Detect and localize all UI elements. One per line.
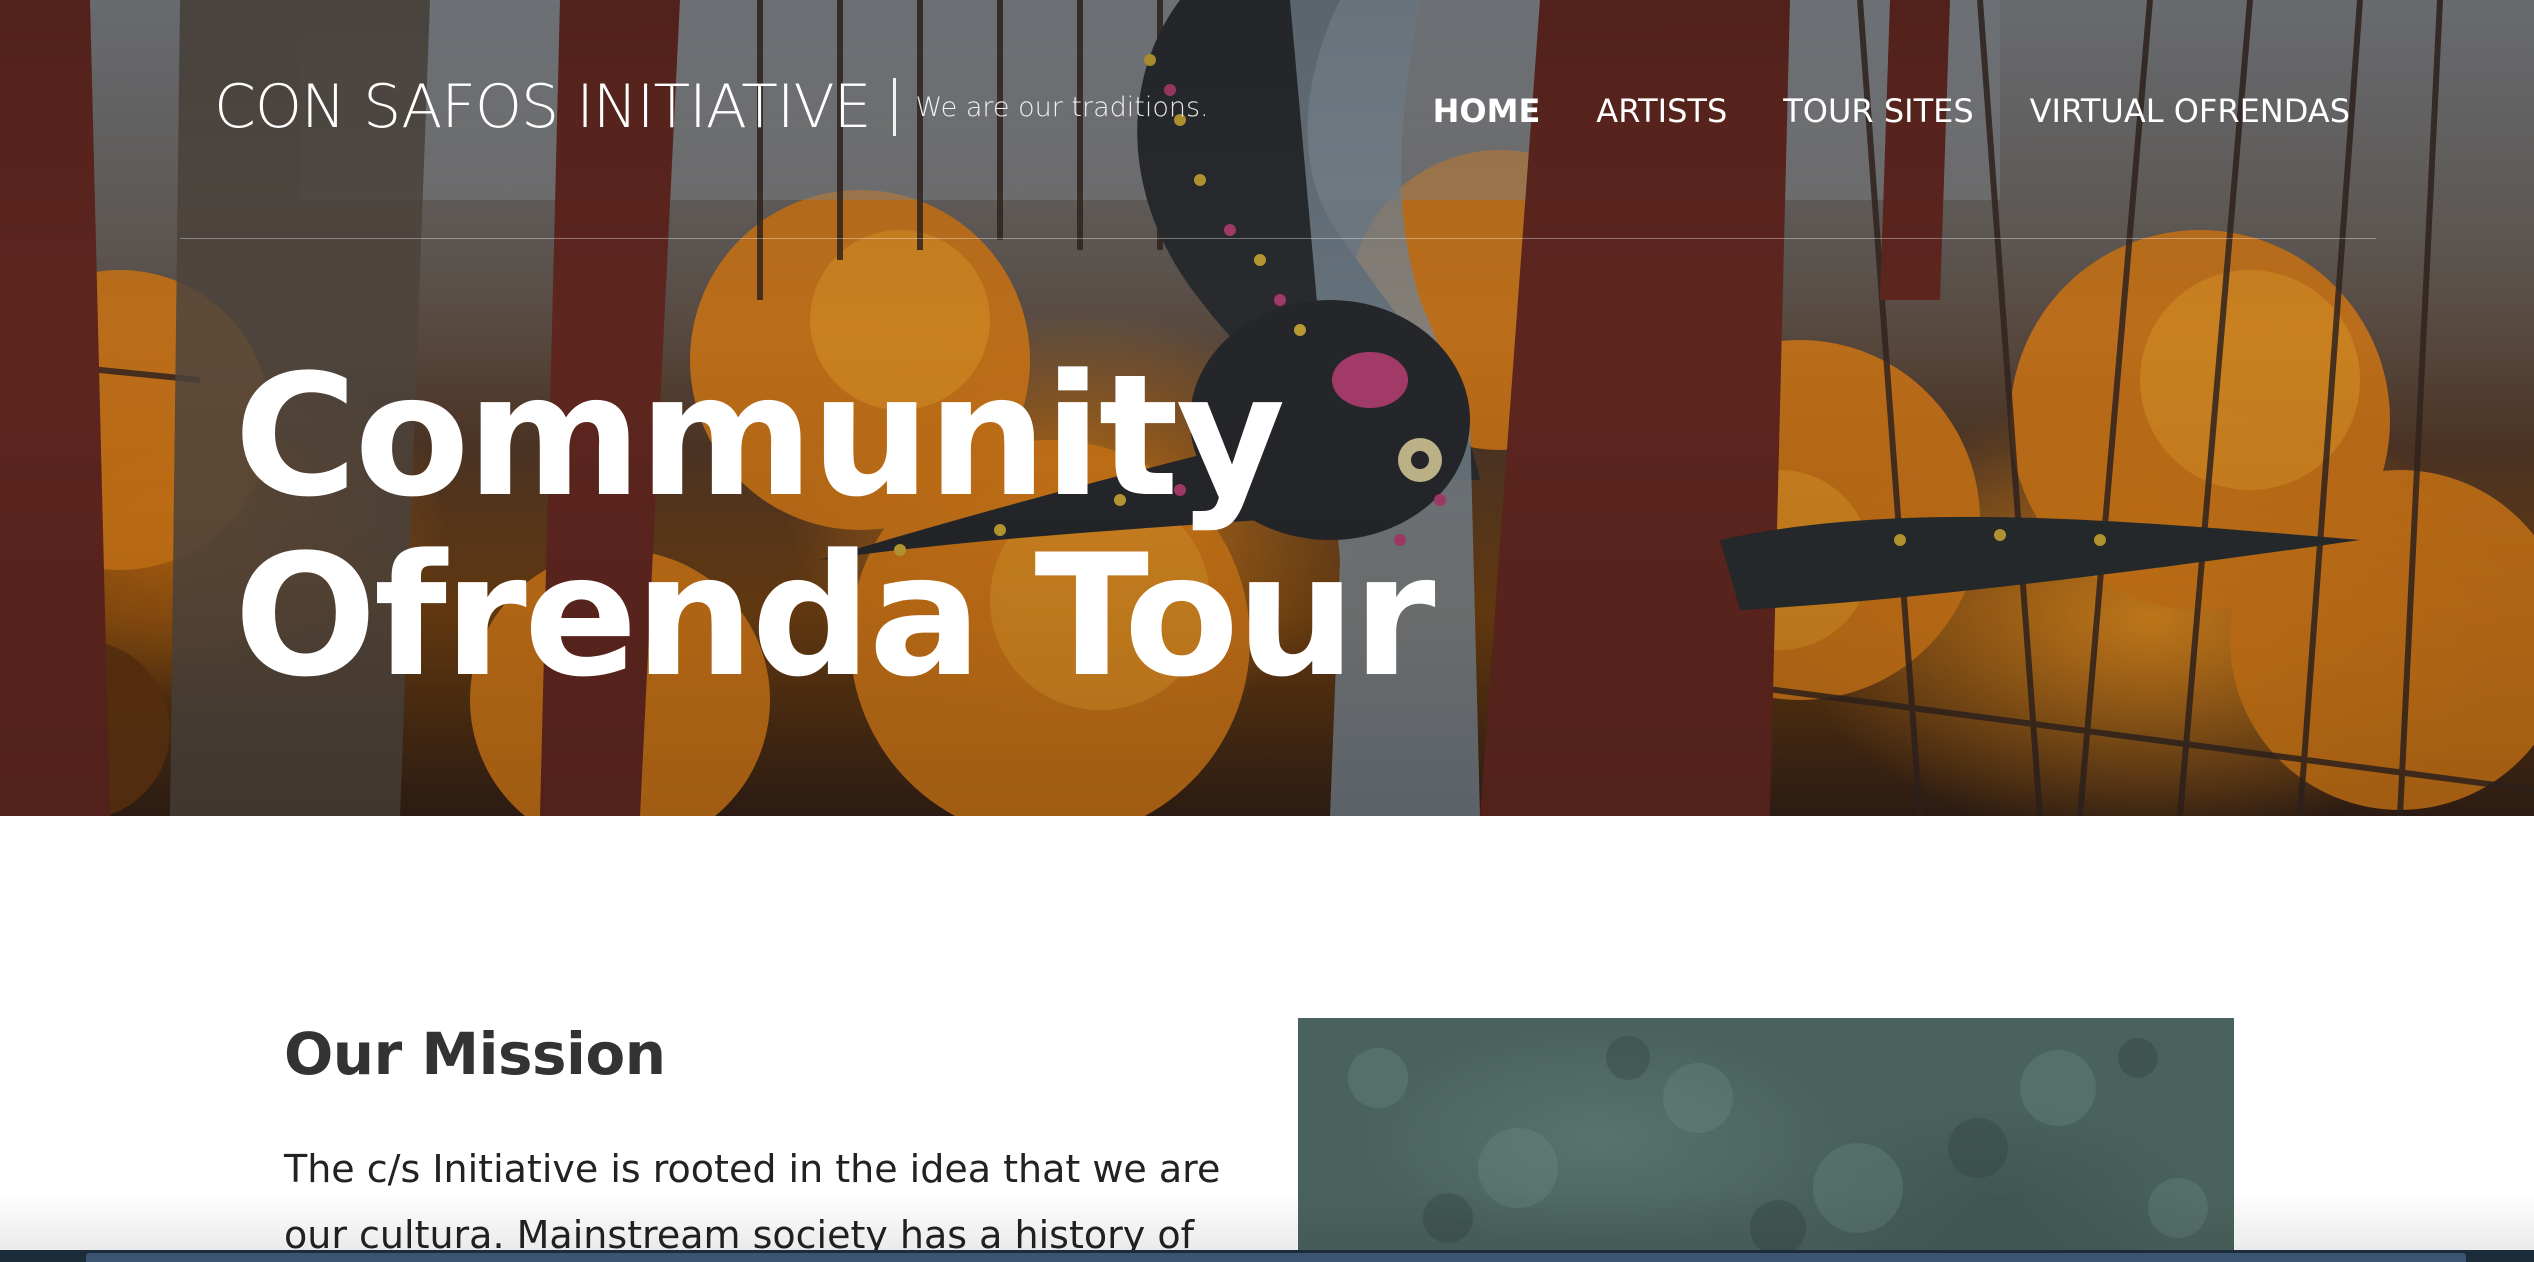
nav-item-tour-sites[interactable]: TOUR SITES: [1783, 92, 1973, 130]
taskbar-strip: [0, 1250, 2534, 1262]
mission-title: Our Mission: [284, 1020, 666, 1088]
hero-heading-line-1: Community: [234, 338, 1285, 534]
nav-item-artists[interactable]: ARTISTS: [1596, 92, 1727, 130]
page: CON SAFOS INITIATIVE We are our traditio…: [0, 0, 2534, 1262]
header-divider: [180, 238, 2376, 239]
site-tagline: We are our traditions.: [915, 91, 1209, 123]
nav-item-virtual-ofrendas[interactable]: VIRTUAL OFRENDAS: [2030, 92, 2350, 130]
main-navigation: HOME ARTISTS TOUR SITES VIRTUAL OFRENDAS: [1433, 92, 2350, 130]
hero-banner: CON SAFOS INITIATIVE We are our traditio…: [0, 0, 2534, 816]
mission-section: Our Mission The c/s Initiative is rooted…: [284, 1020, 1244, 1262]
taskbar-strip-inner: [86, 1253, 2466, 1262]
site-header: CON SAFOS INITIATIVE We are our traditio…: [0, 0, 2534, 240]
site-title-link[interactable]: CON SAFOS INITIATIVE: [214, 72, 872, 142]
wall-texture-image: [1348, 1036, 2208, 1256]
hero-heading-line-2: Ofrenda Tour: [234, 518, 1436, 714]
site-branding: CON SAFOS INITIATIVE We are our traditio…: [214, 72, 1209, 142]
mission-image: [1298, 1018, 2234, 1262]
branding-divider: [892, 78, 896, 136]
hero-heading: Community Ofrenda Tour: [234, 338, 1436, 714]
nav-item-home[interactable]: HOME: [1433, 92, 1541, 130]
mission-body-text: The c/s Initiative is rooted in the idea…: [284, 1147, 1221, 1257]
